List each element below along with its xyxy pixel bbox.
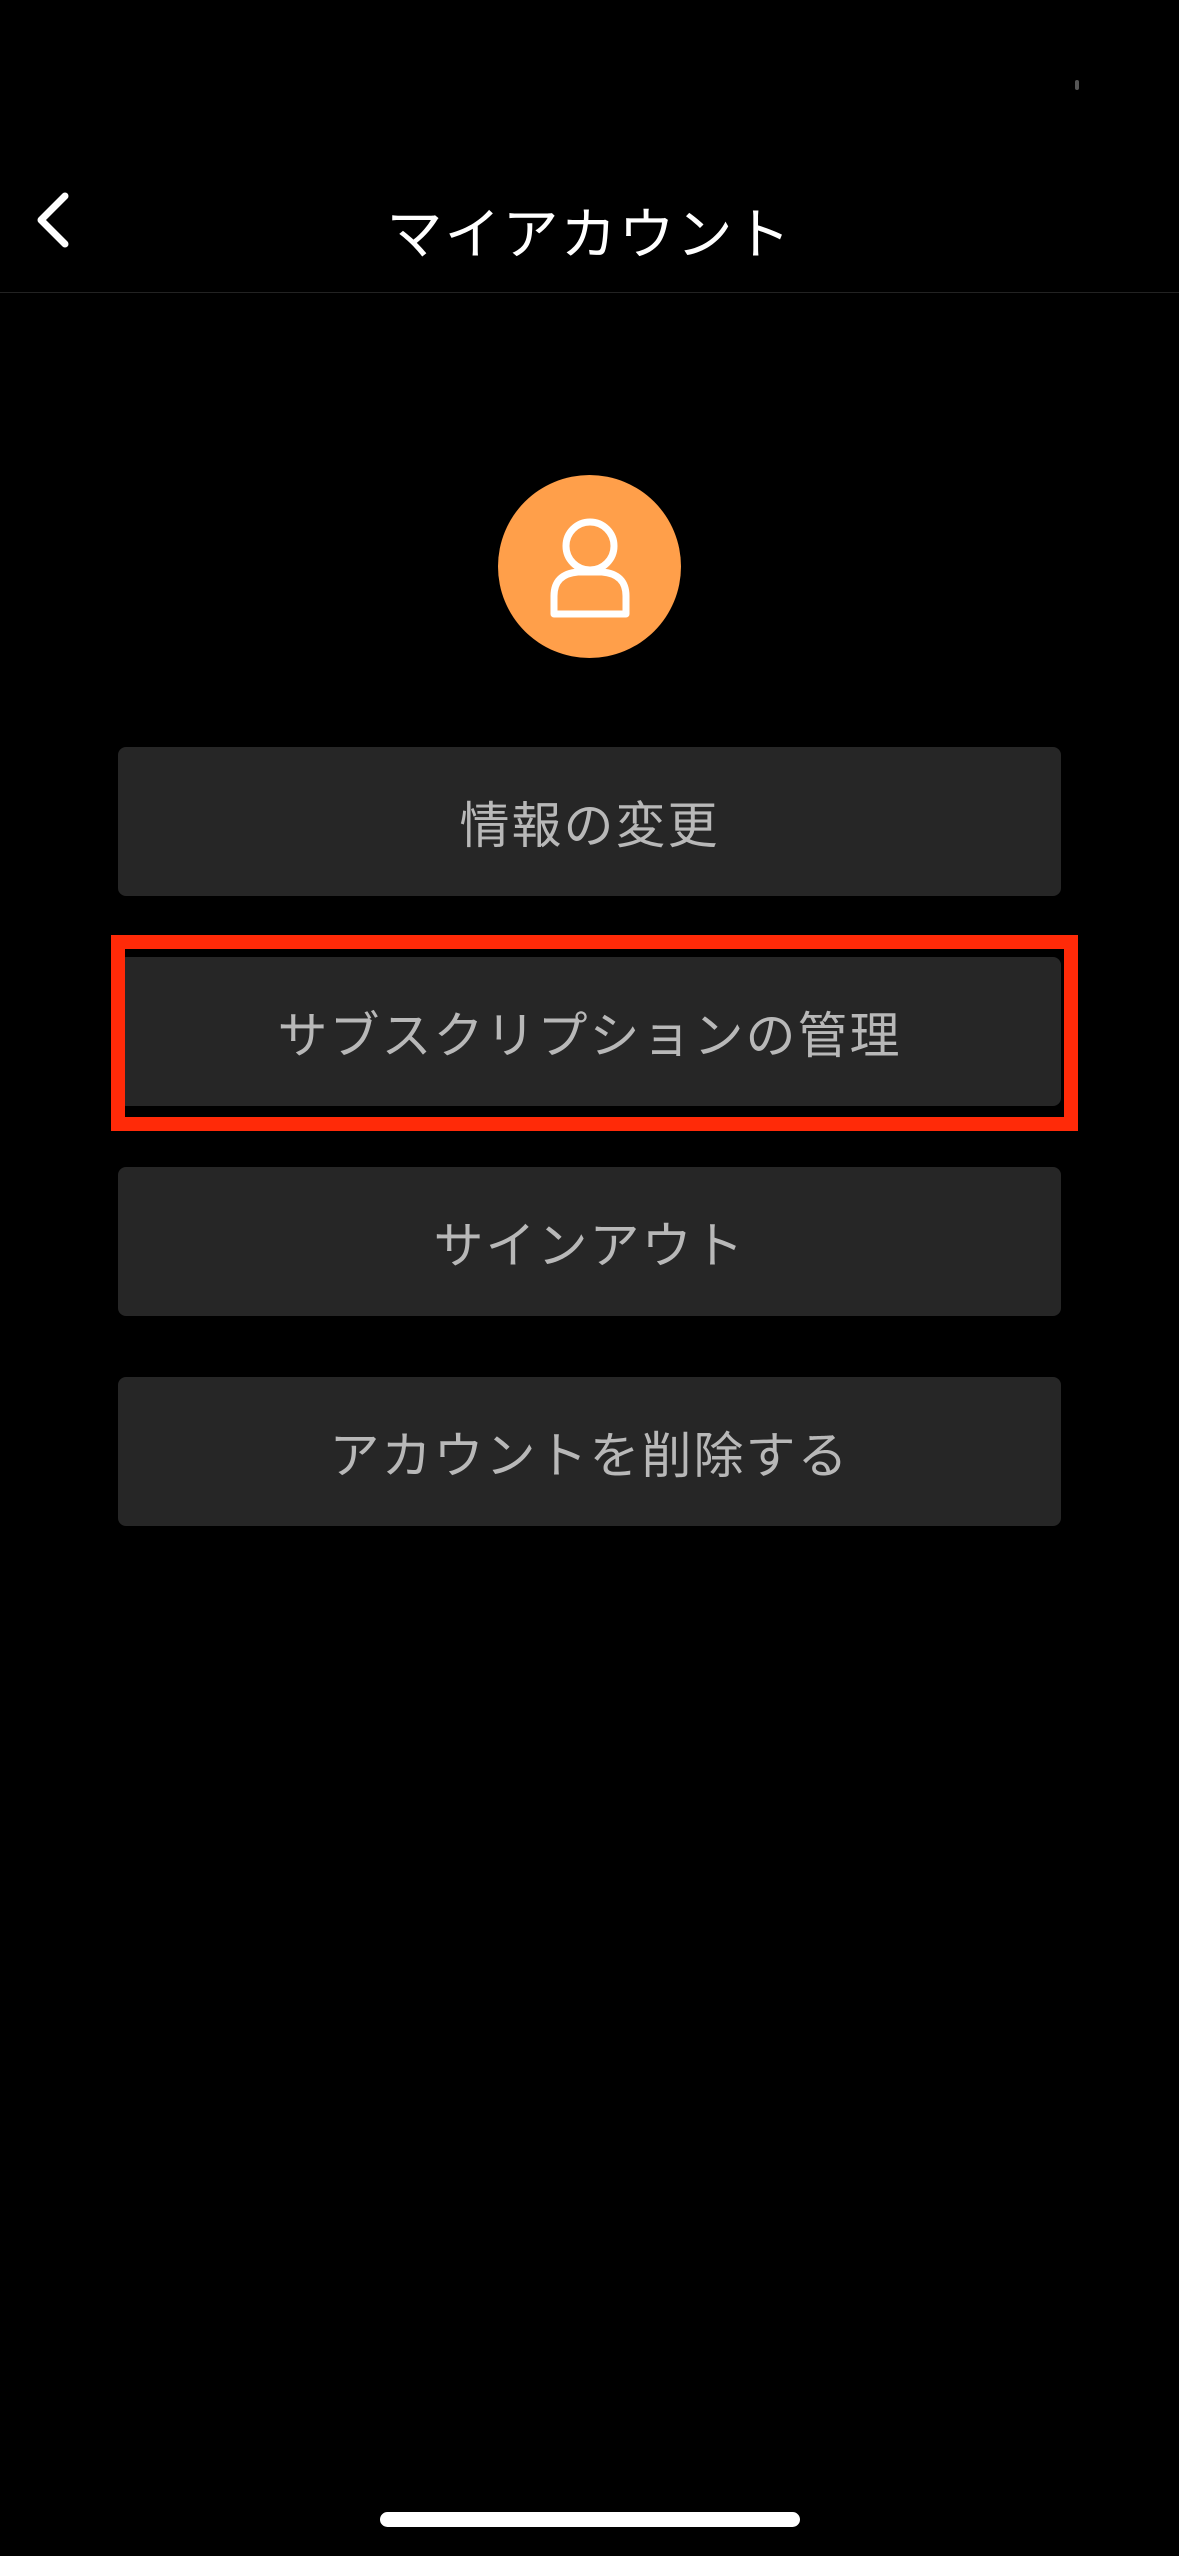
user-icon <box>550 518 629 617</box>
avatar <box>498 475 681 658</box>
sign-out-button[interactable]: サインアウト <box>118 1167 1061 1316</box>
manage-subscription-button[interactable]: サブスクリプションの管理 <box>118 957 1061 1106</box>
navigation-bar: マイアカウント <box>0 150 1179 293</box>
status-indicator <box>1075 80 1079 90</box>
delete-account-button[interactable]: アカウントを削除する <box>118 1377 1061 1526</box>
page-title: マイアカウント <box>386 203 793 268</box>
home-indicator <box>380 2512 800 2527</box>
edit-info-button[interactable]: 情報の変更 <box>118 747 1061 896</box>
